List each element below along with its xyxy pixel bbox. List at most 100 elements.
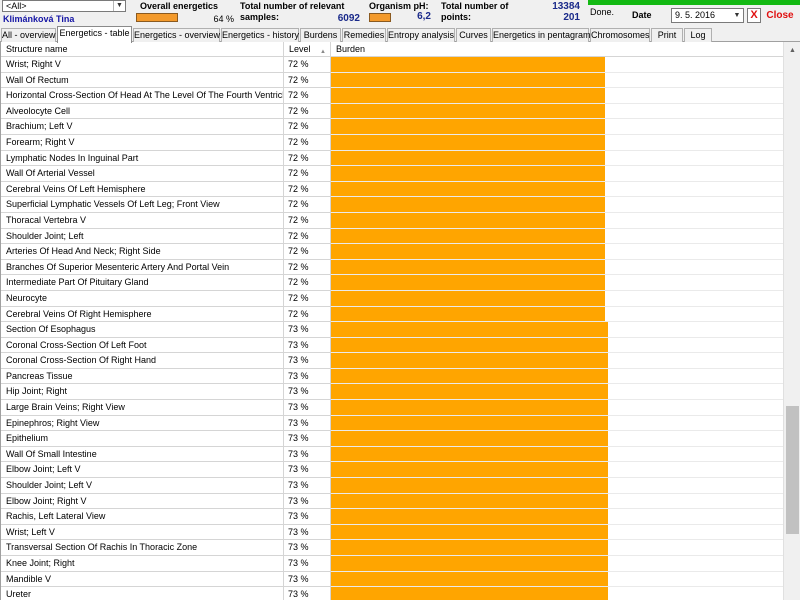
organism-ph-value: 6,2	[417, 11, 431, 22]
table-row[interactable]: Thoracal Vertebra V 72 %	[1, 212, 783, 229]
structure-name-cell: Wall Of Arterial Vessel	[1, 166, 284, 182]
tab-energetics-in-pentagram[interactable]: Energetics in pentagram	[492, 28, 591, 42]
burden-cell	[331, 166, 783, 182]
burden-cell	[331, 88, 783, 104]
table-row[interactable]: Mandible V 73 %	[1, 571, 783, 588]
table-row[interactable]: Shoulder Joint; Left V 73 %	[1, 478, 783, 494]
tab-all-overview[interactable]: All - overview	[1, 28, 56, 42]
table-row[interactable]: Wall Of Rectum 72 %	[1, 72, 783, 89]
patient-name: Klimánková Tina	[3, 14, 75, 24]
level-cell: 73 %	[284, 556, 331, 572]
level-cell: 72 %	[284, 150, 331, 167]
table-row[interactable]: Ureter 73 %	[1, 587, 783, 600]
table-row[interactable]: Shoulder Joint; Left 72 %	[1, 228, 783, 245]
tab-print[interactable]: Print	[651, 28, 683, 42]
column-header-structure-name[interactable]: Structure name	[1, 42, 284, 57]
burden-cell	[331, 259, 783, 276]
scrollbar-thumb[interactable]	[786, 406, 799, 534]
table-row[interactable]: Neurocyte 72 %	[1, 290, 783, 307]
level-cell: 73 %	[284, 353, 331, 369]
tab-entropy-analysis[interactable]: Entropy analysis	[387, 28, 455, 42]
organism-ph-swatch	[369, 13, 391, 22]
burden-cell	[331, 306, 783, 323]
column-header-burden[interactable]: Burden	[331, 42, 783, 57]
burden-bar	[331, 368, 609, 384]
burden-cell	[331, 462, 783, 479]
burden-cell	[331, 212, 783, 229]
scroll-up-icon[interactable]: ▲	[784, 42, 800, 59]
chevron-down-icon[interactable]: ▼	[113, 1, 125, 11]
filter-dropdown[interactable]: <All> ▼	[2, 0, 126, 12]
tab-chromosomes[interactable]: Chromosomes	[590, 28, 650, 42]
table-row[interactable]: Pancreas Tissue 73 %	[1, 368, 783, 385]
table-row[interactable]: Section Of Esophagus 73 %	[1, 322, 783, 338]
table-row[interactable]: Cerebral Veins Of Right Hemisphere 72 %	[1, 306, 783, 323]
level-cell: 72 %	[284, 88, 331, 104]
table-row[interactable]: Coronal Cross-Section Of Right Hand 73 %	[1, 353, 783, 369]
table-row[interactable]: Epithelium 73 %	[1, 431, 783, 447]
table-row[interactable]: Cerebral Veins Of Left Hemisphere 72 %	[1, 181, 783, 198]
points-label-line1: Total number of	[441, 1, 509, 11]
structure-name-cell: Rachis, Left Lateral View	[1, 509, 284, 525]
burden-bar	[331, 571, 609, 587]
table-row[interactable]: Elbow Joint; Right V 73 %	[1, 493, 783, 510]
table-row[interactable]: Epinephros; Right View 73 %	[1, 415, 783, 432]
level-cell: 73 %	[284, 493, 331, 510]
structure-name-cell: Hip Joint; Right	[1, 384, 284, 401]
burden-bar	[331, 134, 605, 150]
burden-bar	[331, 322, 609, 337]
tab-curves[interactable]: Curves	[456, 28, 491, 42]
table-row[interactable]: Elbow Joint; Left V 73 %	[1, 462, 783, 479]
table-body: Wrist; Right V 72 % Wall Of Rectum 72 % Hori…	[1, 57, 783, 600]
tab-bar: All - overview Energetics - table Energe…	[0, 26, 800, 43]
table-row[interactable]: Brachium; Left V 72 %	[1, 119, 783, 135]
table-row[interactable]: Rachis, Left Lateral View 73 %	[1, 509, 783, 525]
table-row[interactable]: Superficial Lymphatic Vessels Of Left Le…	[1, 197, 783, 213]
filter-dropdown-value: <All>	[6, 1, 27, 11]
table-row[interactable]: Horizontal Cross-Section Of Head At The …	[1, 88, 783, 104]
table-row[interactable]: Knee Joint; Right 73 %	[1, 556, 783, 572]
overall-energetics-value: 64 %	[213, 14, 234, 24]
tab-burdens[interactable]: Burdens	[300, 28, 341, 42]
tab-log[interactable]: Log	[684, 28, 712, 42]
burden-cell	[331, 509, 783, 525]
table-row[interactable]: Wrist; Right V 72 %	[1, 57, 783, 73]
burden-cell	[331, 119, 783, 135]
level-cell: 72 %	[284, 72, 331, 89]
table-row[interactable]: Wrist; Left V 73 %	[1, 524, 783, 541]
table-row[interactable]: Alveolocyte Cell 72 %	[1, 103, 783, 120]
tab-remedies[interactable]: Remedies	[342, 28, 386, 42]
date-picker[interactable]: 9. 5. 2016 ▼	[671, 8, 744, 23]
table-row[interactable]: Hip Joint; Right 73 %	[1, 384, 783, 401]
header-panel: <All> ▼ Klimánková Tina Overall energeti…	[0, 0, 800, 27]
chevron-down-icon[interactable]: ▼	[731, 9, 743, 22]
structure-name-cell: Intermediate Part Of Pituitary Gland	[1, 275, 284, 291]
table-row[interactable]: Large Brain Veins; Right View 73 %	[1, 400, 783, 416]
tab-energetics-history[interactable]: Energetics - history	[221, 28, 299, 42]
close-button[interactable]: Close	[763, 8, 797, 23]
burden-cell	[331, 72, 783, 89]
structure-name-cell: Shoulder Joint; Left V	[1, 478, 284, 494]
close-icon[interactable]: X	[747, 8, 761, 23]
table-row[interactable]: Coronal Cross-Section Of Left Foot 73 %	[1, 337, 783, 354]
column-header-level[interactable]: Level ▲	[284, 42, 331, 57]
level-cell: 73 %	[284, 509, 331, 525]
tab-energetics-table[interactable]: Energetics - table	[57, 26, 132, 43]
burden-cell	[331, 337, 783, 354]
table-row[interactable]: Branches Of Superior Mesenteric Artery A…	[1, 259, 783, 276]
table-row[interactable]: Transversal Section Of Rachis In Thoraci…	[1, 540, 783, 556]
vertical-scrollbar[interactable]: ▲	[783, 42, 800, 600]
burden-bar	[331, 119, 605, 134]
overall-energetics-label: Overall energetics	[140, 1, 219, 11]
tab-energetics-overview[interactable]: Energetics - overview	[133, 28, 220, 42]
table-row[interactable]: Wall Of Small Intestine 73 %	[1, 446, 783, 463]
burden-cell	[331, 275, 783, 291]
table-row[interactable]: Intermediate Part Of Pituitary Gland 72 %	[1, 275, 783, 291]
level-cell: 72 %	[284, 134, 331, 151]
table-row[interactable]: Arteries Of Head And Neck; Right Side 72 …	[1, 244, 783, 260]
burden-cell	[331, 400, 783, 416]
table-row[interactable]: Wall Of Arterial Vessel 72 %	[1, 166, 783, 182]
table-row[interactable]: Lymphatic Nodes In Inguinal Part 72 %	[1, 150, 783, 167]
burden-bar	[331, 353, 609, 368]
table-row[interactable]: Forearm; Right V 72 %	[1, 134, 783, 151]
